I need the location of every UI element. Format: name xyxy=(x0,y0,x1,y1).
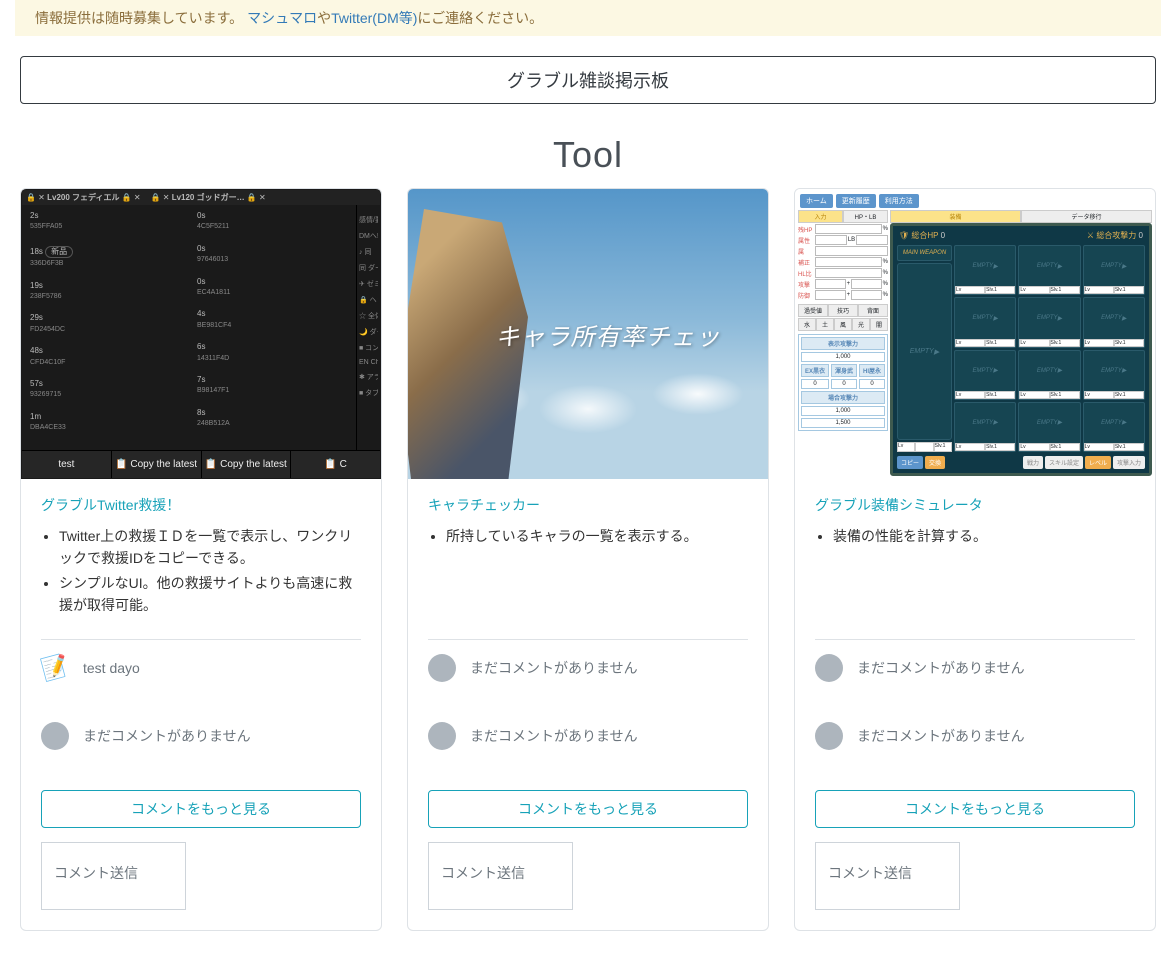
avatar-placeholder-icon xyxy=(428,722,456,750)
tool-title-link[interactable]: グラブルTwitter救援！ xyxy=(41,495,361,515)
comment-text: まだコメントがありません xyxy=(857,658,1025,678)
tool-desc: 所持しているキャラの一覧を表示する。 xyxy=(428,525,748,549)
cards-row: 🔒 ✕ Lv200 フェディエル 🔒 ✕ 🔒 ✕ Lv120 ゴッドガー… 🔒 … xyxy=(20,188,1156,931)
avatar-placeholder-icon xyxy=(41,722,69,750)
comment-item: 📝 test dayo xyxy=(41,654,361,682)
comment-text: まだコメントがありません xyxy=(857,726,1025,746)
tool-thumbnail-twitter-rescue[interactable]: 🔒 ✕ Lv200 フェディエル 🔒 ✕ 🔒 ✕ Lv120 ゴッドガー… 🔒 … xyxy=(21,189,381,479)
comment-text: まだコメントがありません xyxy=(470,658,638,678)
avatar-placeholder-icon xyxy=(428,654,456,682)
divider xyxy=(815,639,1135,640)
divider xyxy=(428,639,748,640)
comment-input[interactable]: コメント送信 xyxy=(815,842,960,910)
note-icon: 📝 xyxy=(38,650,72,684)
tool-title-link[interactable]: グラブル装備シミュレータ xyxy=(815,495,1135,515)
more-comments-button[interactable]: コメントをもっと見る xyxy=(428,790,748,828)
board-button[interactable]: グラブル雑談掲示板 xyxy=(20,56,1156,104)
comment-item: まだコメントがありません xyxy=(428,722,748,750)
comment-item: まだコメントがありません xyxy=(428,654,748,682)
banner-link-twitter[interactable]: Twitter(DM等) xyxy=(331,10,417,26)
tool-title-link[interactable]: キャラチェッカー xyxy=(428,495,748,515)
comment-text: まだコメントがありません xyxy=(83,726,251,746)
tool-thumbnail-char-checker[interactable]: キャラ所有率チェッ xyxy=(408,189,768,479)
banner-link-marshmallow[interactable]: マシュマロ xyxy=(247,10,317,26)
tool-card: キャラ所有率チェッ キャラチェッカー 所持しているキャラの一覧を表示する。 まだ… xyxy=(407,188,769,931)
comment-input[interactable]: コメント送信 xyxy=(428,842,573,910)
comment-item: まだコメントがありません xyxy=(41,722,361,750)
more-comments-button[interactable]: コメントをもっと見る xyxy=(41,790,361,828)
comment-item: まだコメントがありません xyxy=(815,722,1135,750)
avatar-placeholder-icon xyxy=(815,722,843,750)
tool-thumbnail-equip-sim[interactable]: ホーム 更新履歴 利用方法 入力HP・LB 残HP% 属性LB 属 補正% HL… xyxy=(795,189,1155,479)
comment-input[interactable]: コメント送信 xyxy=(41,842,186,910)
avatar-placeholder-icon xyxy=(815,654,843,682)
tool-card: 🔒 ✕ Lv200 フェディエル 🔒 ✕ 🔒 ✕ Lv120 ゴッドガー… 🔒 … xyxy=(20,188,382,931)
info-banner: 情報提供は随時募集しています。 マシュマロやTwitter(DM等)にご連絡くだ… xyxy=(15,0,1161,36)
tool-desc: 装備の性能を計算する。 xyxy=(815,525,1135,549)
section-title: Tool xyxy=(20,134,1156,176)
tool-card: ホーム 更新履歴 利用方法 入力HP・LB 残HP% 属性LB 属 補正% HL… xyxy=(794,188,1156,931)
thumbnail-overlay-text: キャラ所有率チェッ xyxy=(456,317,721,352)
tool-desc: Twitter上の救援ＩＤを一覧で表示し、ワンクリックで救援IDをコピーできる。… xyxy=(41,525,361,619)
banner-prefix: 情報提供は随時募集しています。 xyxy=(35,10,243,26)
comment-text: まだコメントがありません xyxy=(470,726,638,746)
divider xyxy=(41,639,361,640)
comment-text: test dayo xyxy=(83,660,140,676)
more-comments-button[interactable]: コメントをもっと見る xyxy=(815,790,1135,828)
banner-sep: や xyxy=(317,10,331,26)
comment-item: まだコメントがありません xyxy=(815,654,1135,682)
banner-suffix: にご連絡ください。 xyxy=(417,10,543,26)
